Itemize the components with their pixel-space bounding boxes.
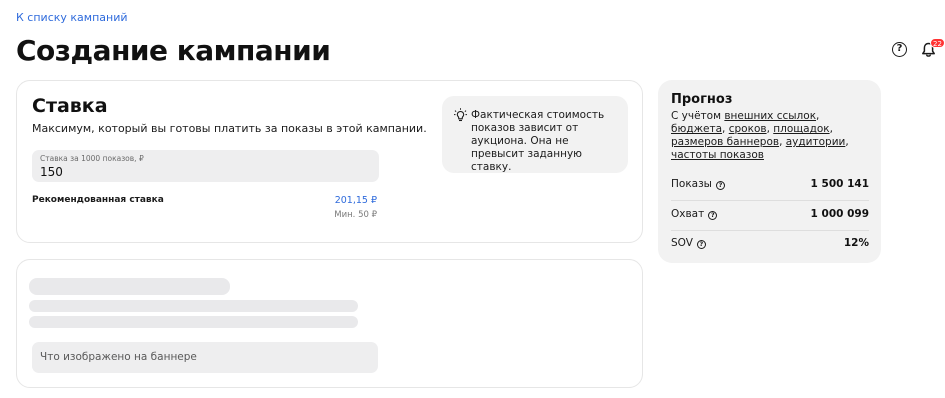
bid-card: Ставка Максимум, который вы готовы плати… <box>16 80 643 243</box>
bid-title: Ставка <box>32 95 108 117</box>
question-circle-icon[interactable]: ? <box>715 181 725 190</box>
lightbulb-icon <box>454 108 467 122</box>
reach-value: 1 000 099 <box>810 208 869 220</box>
reach-label: Охват <box>671 208 705 220</box>
bid-input-value[interactable]: 150 <box>40 165 63 179</box>
bid-hint-text: Фактическая стоимость показов зависит от… <box>471 109 605 173</box>
forecast-row-reach: Охват? 1 000 099 <box>671 208 869 222</box>
skeleton-line <box>29 316 358 328</box>
forecast-description: С учётом внешних ссылок, бюджета, сроков… <box>671 110 849 161</box>
bid-hint: Фактическая стоимость показов зависит от… <box>442 96 628 173</box>
help-button[interactable]: ? <box>892 42 907 57</box>
notifications-button[interactable]: 22 <box>921 38 945 60</box>
forecast-link-audience[interactable]: аудитории <box>786 136 846 148</box>
back-to-campaigns-link[interactable]: К списку кампаний <box>16 11 128 24</box>
minimum-bid: Мин. 50 ₽ <box>334 210 377 220</box>
forecast-prefix: С учётом <box>671 110 725 122</box>
skeleton-line <box>29 300 358 312</box>
forecast-link-banner-sizes[interactable]: размеров баннеров <box>671 136 779 148</box>
sov-label: SOV <box>671 237 693 249</box>
divider <box>671 200 869 201</box>
bid-input-label: Ставка за 1000 показов, ₽ <box>40 154 144 163</box>
impressions-label: Показы <box>671 178 712 190</box>
forecast-row-sov: SOV? 12% <box>671 237 869 251</box>
recommended-bid-value[interactable]: 201,15 ₽ <box>335 195 377 206</box>
question-circle-icon: ? <box>896 43 903 54</box>
page-title: Создание кампании <box>16 34 331 67</box>
forecast-link-external-links[interactable]: внешних ссылок <box>724 110 816 122</box>
bid-subtitle: Максимум, который вы готовы платить за п… <box>32 122 427 135</box>
sov-value: 12% <box>843 237 869 249</box>
bid-input[interactable]: Ставка за 1000 показов, ₽ 150 <box>32 150 379 182</box>
forecast-link-dates[interactable]: сроков <box>729 123 767 135</box>
skeleton-title <box>29 278 230 295</box>
forecast-link-budget[interactable]: бюджета <box>671 123 722 135</box>
forecast-row-impressions: Показы? 1 500 141 <box>671 178 869 192</box>
recommended-bid-label: Рекомендованная ставка <box>32 195 164 205</box>
forecast-link-placements[interactable]: площадок <box>773 123 829 135</box>
banner-card: Что изображено на баннере <box>16 259 643 388</box>
forecast-title: Прогноз <box>671 92 733 107</box>
banner-description-input[interactable]: Что изображено на баннере <box>32 342 378 373</box>
forecast-link-frequency[interactable]: частоты показов <box>671 149 764 161</box>
forecast-panel: Прогноз С учётом внешних ссылок, бюджета… <box>658 80 881 263</box>
impressions-value: 1 500 141 <box>810 178 869 190</box>
question-circle-icon[interactable]: ? <box>708 211 718 220</box>
divider <box>671 230 869 231</box>
banner-description-placeholder: Что изображено на баннере <box>40 351 197 363</box>
question-circle-icon[interactable]: ? <box>696 240 706 249</box>
notifications-badge: 22 <box>930 38 945 48</box>
